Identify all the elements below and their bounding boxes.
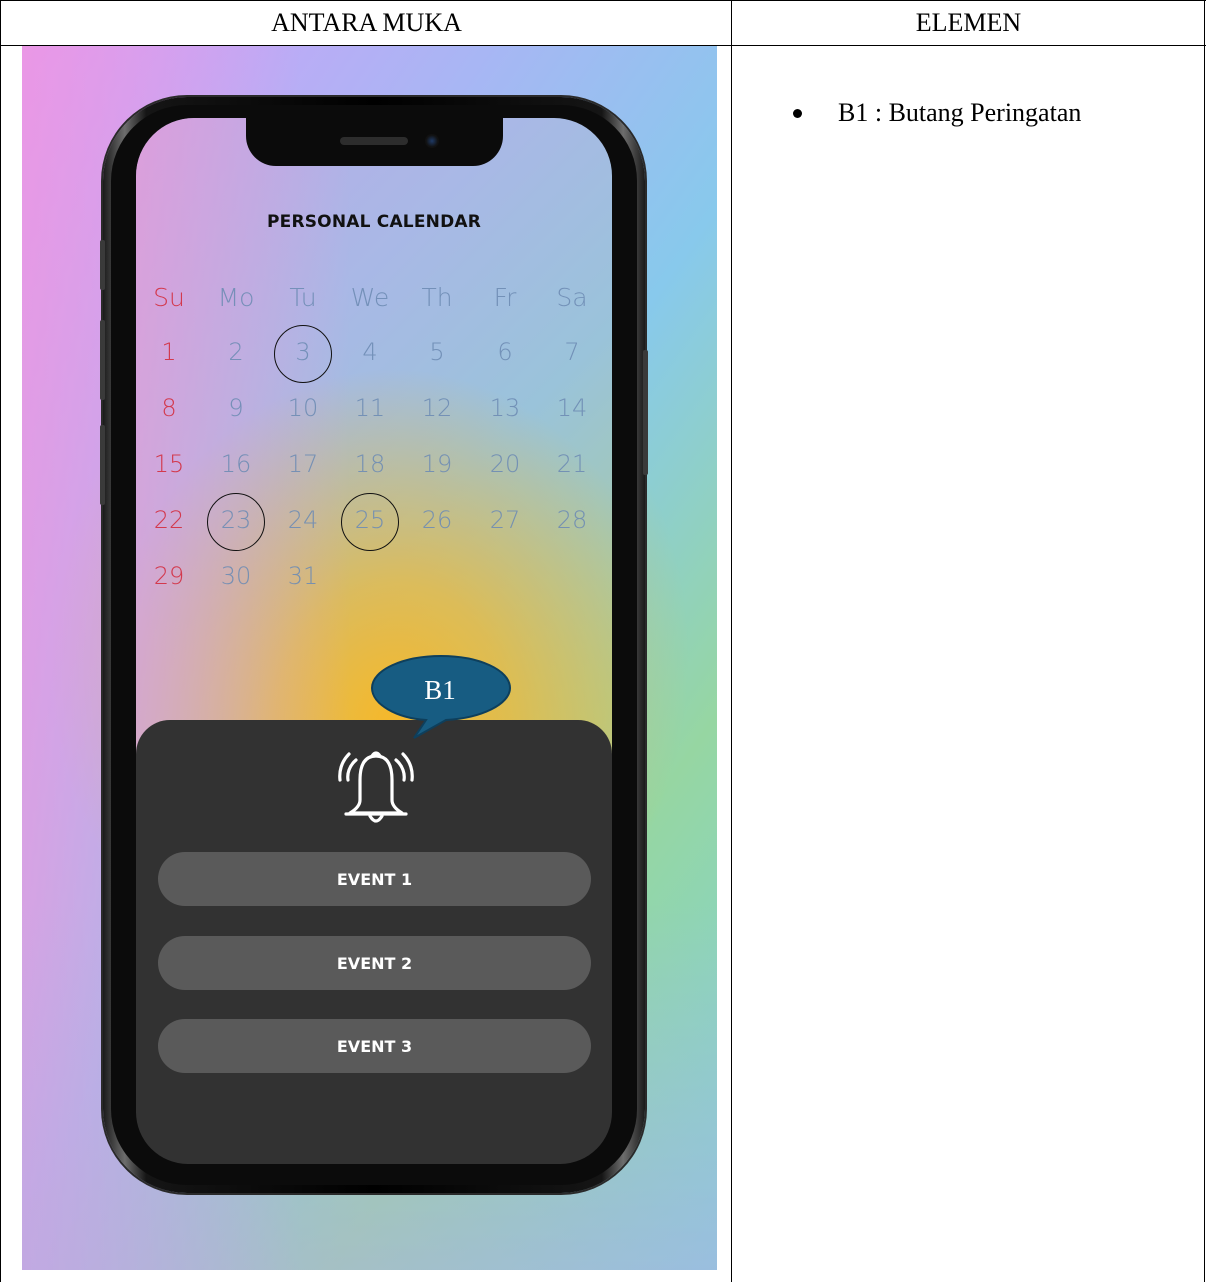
calendar-day-10[interactable]: 10: [273, 394, 333, 422]
header-elemen: ELEMEN: [915, 8, 1022, 37]
calendar-day-12[interactable]: 12: [407, 394, 467, 422]
calendar-day-29[interactable]: 29: [139, 562, 199, 590]
calendar-day-25[interactable]: 25: [340, 506, 400, 534]
calendar-day-1[interactable]: 1: [139, 338, 199, 366]
bell-ringing-icon[interactable]: [336, 744, 416, 828]
calendar-day-23[interactable]: 23: [206, 506, 266, 534]
table-border-middle: [731, 0, 732, 1282]
calendar-day-8[interactable]: 8: [139, 394, 199, 422]
speaker-grille: [340, 137, 408, 145]
calendar-day-11[interactable]: 11: [340, 394, 400, 422]
calendar-day-24[interactable]: 24: [273, 506, 333, 534]
calendar-day-3[interactable]: 3: [273, 338, 333, 366]
calendar-day-20[interactable]: 20: [475, 450, 535, 478]
list-item: B1 : Butang Peringatan: [793, 98, 1081, 128]
calendar-title: PERSONAL CALENDAR: [266, 212, 482, 232]
calendar-day-7[interactable]: 7: [542, 338, 602, 366]
elements-list: B1 : Butang Peringatan: [793, 98, 1081, 128]
calendar-day-2[interactable]: 2: [206, 338, 266, 366]
weekday-su: Su: [153, 283, 185, 312]
calendar-day-6[interactable]: 6: [475, 338, 535, 366]
b1-callout-label: B1: [424, 674, 456, 705]
calendar-day-18[interactable]: 18: [340, 450, 400, 478]
weekday-fr: Fr: [493, 283, 517, 312]
calendar-day-27[interactable]: 27: [475, 506, 535, 534]
calendar-day-21[interactable]: 21: [542, 450, 602, 478]
front-camera: [425, 134, 439, 148]
volume-down-button: [100, 425, 105, 505]
weekday-we: We: [350, 283, 390, 312]
bullet-icon: [793, 108, 802, 118]
header-antara-muka: ANTARA MUKA: [271, 8, 462, 37]
calendar-day-28[interactable]: 28: [542, 506, 602, 534]
event-3-button[interactable]: EVENT 3: [158, 1019, 591, 1073]
volume-up-button: [100, 320, 105, 400]
table-border-right: [1204, 0, 1205, 1282]
calendar-day-15[interactable]: 15: [139, 450, 199, 478]
calendar-day-17[interactable]: 17: [273, 450, 333, 478]
element-label-b1: B1 : Butang Peringatan: [838, 98, 1082, 127]
silent-switch: [100, 240, 105, 290]
power-button: [643, 350, 648, 475]
weekday-th: Th: [421, 283, 453, 312]
calendar-day-14[interactable]: 14: [542, 394, 602, 422]
event-1-button[interactable]: EVENT 1: [158, 852, 591, 906]
calendar-day-31[interactable]: 31: [273, 562, 333, 590]
table-border-left: [0, 0, 1, 1282]
weekday-tu: Tu: [289, 283, 317, 312]
calendar-day-4[interactable]: 4: [340, 338, 400, 366]
calendar-day-19[interactable]: 19: [407, 450, 467, 478]
calendar-day-13[interactable]: 13: [475, 394, 535, 422]
calendar-day-30[interactable]: 30: [206, 562, 266, 590]
weekday-mo: Mo: [217, 283, 255, 312]
calendar-day-9[interactable]: 9: [206, 394, 266, 422]
calendar-day-22[interactable]: 22: [139, 506, 199, 534]
weekday-sa: Sa: [556, 283, 588, 312]
calendar-day-26[interactable]: 26: [407, 506, 467, 534]
calendar-day-5[interactable]: 5: [407, 338, 467, 366]
event-2-button[interactable]: EVENT 2: [158, 936, 591, 990]
calendar-day-16[interactable]: 16: [206, 450, 266, 478]
